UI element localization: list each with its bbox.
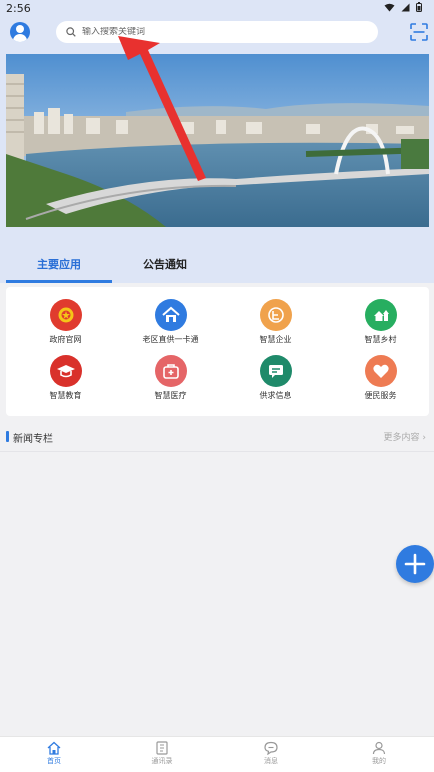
tab-main-apps[interactable]: 主要应用 [6,245,112,283]
nav-label: 我的 [372,757,386,765]
app-old-area-card[interactable]: 老区直供一卡通 [118,299,223,351]
app-smart-enterprise[interactable]: 智慧企业 [223,299,328,351]
search-input[interactable] [82,27,342,37]
nav-label: 首页 [47,757,61,765]
app-gov-website[interactable]: 政府官网 [13,299,118,351]
chevron-right-icon: › [419,433,426,443]
app-label: 智慧乡村 [364,335,397,344]
status-icons [384,2,422,12]
village-icon [364,299,397,331]
news-list [0,451,434,736]
app-label: 智慧医疗 [154,391,187,400]
wifi-icon [384,3,395,11]
more-link[interactable]: 更多内容 › [384,430,426,443]
more-label: 更多内容 [383,433,420,443]
app-convenience-service[interactable]: 便民服务 [328,355,433,407]
nav-label: 通讯录 [151,757,173,765]
apps-grid: 政府官网 老区直供一卡通 智慧企业 智慧乡村 智慧教育 智慧医疗 供求信息 便民… [6,287,429,416]
heart-icon [364,355,397,387]
news-section-header: 新闻专栏 更多内容 › [0,425,434,449]
tab-bar: 主要应用 公告通知 [0,245,434,283]
avatar-button[interactable] [10,22,30,42]
message-board-icon [259,355,292,387]
signal-icon [401,3,410,11]
app-label: 政府官网 [49,335,82,344]
city-banner-image[interactable] [6,54,429,227]
scan-icon[interactable] [410,23,428,41]
chat-icon [264,741,278,755]
app-label: 供求信息 [259,391,292,400]
tab-announcements[interactable]: 公告通知 [112,245,218,283]
battery-icon [416,2,422,12]
nav-mine[interactable]: 我的 [359,741,399,771]
enterprise-icon [259,299,292,331]
app-label: 老区直供一卡通 [142,335,199,344]
nav-home[interactable]: 首页 [34,741,74,771]
app-label: 智慧教育 [49,391,82,400]
app-smart-education[interactable]: 智慧教育 [13,355,118,407]
search-icon [66,27,76,37]
bottom-nav: 首页 通讯录 消息 我的 [0,736,434,772]
nav-label: 消息 [264,757,278,765]
app-smart-village[interactable]: 智慧乡村 [328,299,433,351]
plus-icon [404,553,426,575]
add-button[interactable] [396,545,434,583]
status-bar: 2:56 [0,0,434,18]
contacts-icon [156,741,168,755]
search-bar[interactable] [56,21,378,43]
app-label: 便民服务 [364,391,397,400]
home-icon [47,741,61,755]
app-supply-demand[interactable]: 供求信息 [223,355,328,407]
national-emblem-icon [49,299,82,331]
user-icon [372,741,386,755]
status-time: 2:56 [6,2,31,15]
section-marker [6,431,9,442]
app-smart-medical[interactable]: 智慧医疗 [118,355,223,407]
medical-kit-icon [154,355,187,387]
news-title: 新闻专栏 [13,434,53,445]
graduation-cap-icon [49,355,82,387]
banner-illustration [6,54,429,227]
house-icon [154,299,187,331]
nav-contacts[interactable]: 通讯录 [142,741,182,771]
nav-messages[interactable]: 消息 [251,741,291,771]
app-label: 智慧企业 [259,335,292,344]
